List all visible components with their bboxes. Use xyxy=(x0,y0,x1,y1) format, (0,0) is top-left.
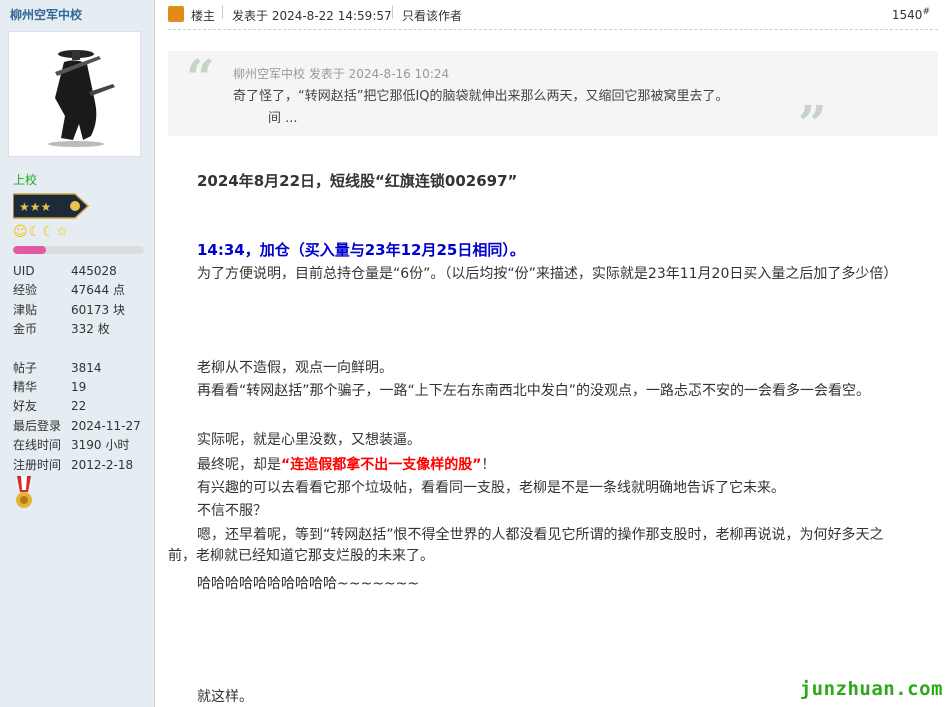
stat-row: 注册时间 2012-2-18 xyxy=(13,456,153,475)
post-timestamp: 发表于 2024-8-22 14:59:57 xyxy=(232,9,392,23)
floor-number: 1540 xyxy=(891,8,923,22)
floor-number-link[interactable]: 1540# xyxy=(892,7,930,22)
floor-suffix: # xyxy=(922,7,930,17)
paragraph: 有兴趣的可以去看看它那个垃圾帖，看看同一支股，老柳是不是一条线就明确地告诉了它未… xyxy=(197,480,785,496)
stat-value: 47644 点 xyxy=(71,283,125,298)
open-quote-icon: “ xyxy=(186,48,215,107)
stat-key: 注册时间 xyxy=(13,457,62,472)
stat-key: 帖子 xyxy=(13,360,38,375)
stat-key: UID xyxy=(13,264,35,278)
stat-row: 津贴 60173 块 xyxy=(13,301,153,320)
paragraph: 不信不服？ xyxy=(197,503,267,519)
stat-value[interactable]: 3814 xyxy=(71,359,102,378)
stat-row: 金币 332 枚 xyxy=(13,320,153,339)
credit-progress-fill xyxy=(13,246,46,254)
quote-meta: 柳州空军中校 发表于 2024-8-16 10:24 xyxy=(233,67,450,81)
stat-row: 精华 19 xyxy=(13,378,153,397)
stat-key: 精华 xyxy=(13,379,38,394)
stat-value: 2012-2-18 xyxy=(71,457,134,472)
stat-row: UID 445028 xyxy=(13,262,153,281)
text-span: ！ xyxy=(481,457,496,473)
paragraph: 就这样。 xyxy=(197,689,253,705)
quote-more-link[interactable]: 间 ... xyxy=(268,107,298,126)
stat-key: 在线时间 xyxy=(13,438,62,453)
star-icon: ☆ xyxy=(55,224,69,240)
original-poster-icon xyxy=(168,6,184,22)
author-sidebar: 柳州空军中校 上校 ★★★ ☺ ☾ ☾ ☆ UID 445028 经验 47644 … xyxy=(0,0,155,707)
stat-value: 2024-11-27 xyxy=(71,418,141,433)
post-header: 楼主 发表于 2024-8-22 14:59:57 只看该作者 1540# xyxy=(168,0,938,30)
paragraph: 哈哈哈哈哈哈哈哈哈哈~~~~~~~ xyxy=(197,576,420,592)
paragraph: 再看看“转网赵括”那个骗子，一路“上下左右东南西北中发白”的没观点，一路忐忑不安… xyxy=(197,383,871,399)
close-quote-icon: ” xyxy=(798,94,827,153)
author-username[interactable]: 柳州空军中校 xyxy=(10,6,82,23)
svg-text:★★★: ★★★ xyxy=(19,200,51,214)
stat-key: 最后登录 xyxy=(13,418,62,433)
moon-icon: ☾ xyxy=(28,224,42,240)
stat-value: 3190 小时 xyxy=(71,438,130,453)
paragraph: 实际呢，就是心里没数，又想装逼。 xyxy=(197,432,421,448)
stat-row: 好友 22 xyxy=(13,397,153,416)
quote-text: 奇了怪了，“转网赵括”把它那低IQ的脑袋就伸出来那么两天，又缩回它那被窝里去了。 xyxy=(233,89,729,104)
stat-value[interactable]: 19 xyxy=(71,378,86,397)
paragraph: 最终呢，却是“连造假都拿不出一支像样的股”！ xyxy=(197,454,495,474)
highlight-text: “连造假都拿不出一支像样的股” xyxy=(281,457,482,473)
rank-badge-icon: ★★★ xyxy=(12,192,90,220)
text-span: 最终呢，却是 xyxy=(197,457,281,473)
stat-row: 在线时间 3190 小时 xyxy=(13,436,153,455)
paragraph: 老柳从不造假，观点一向鲜明。 xyxy=(197,360,393,376)
stat-key: 金币 xyxy=(13,322,38,337)
quote-block: “ 柳州空军中校 发表于 2024-8-16 10:24 奇了怪了，“转网赵括”… xyxy=(168,48,938,149)
stat-row: 最后登录 2024-11-27 xyxy=(13,417,153,436)
stat-row: 帖子 3814 xyxy=(13,359,153,378)
stat-value: 60173 块 xyxy=(71,302,125,317)
stat-key: 好友 xyxy=(13,399,38,414)
moon-icon: ☾ xyxy=(42,224,55,240)
user-rank: 上校 xyxy=(13,173,38,187)
paragraph: 嗯，还早着呢，等到“转网赵括”恨不得全世界的人都没看见它所谓的操作那支股时，老柳… xyxy=(168,527,884,564)
paragraph: 为了方便说明，目前总持仓量是“6份”。（以后均按“份”来描述，实际就是23年11… xyxy=(197,266,898,282)
avatar[interactable] xyxy=(9,32,140,156)
stat-value[interactable]: 22 xyxy=(71,397,86,416)
stat-key: 津贴 xyxy=(13,302,38,317)
stat-value: 332 枚 xyxy=(71,322,110,337)
op-label: 楼主 xyxy=(191,9,216,23)
user-stats: UID 445028 经验 47644 点 津贴 60173 块 金币 332 枚 帖子… xyxy=(13,262,153,475)
site-watermark: junzhuan.com xyxy=(799,678,943,700)
stat-row: 经验 47644 点 xyxy=(13,281,153,300)
medal-icon[interactable] xyxy=(14,476,34,512)
stat-value[interactable]: 445028 xyxy=(71,262,117,281)
credit-progress-bar xyxy=(13,246,144,254)
divider xyxy=(392,5,393,19)
add-position-line: 14:34，加仓（买入量与23年12月25日相同）。 xyxy=(197,241,525,259)
level-icons: ☺ ☾ ☾ ☆ xyxy=(13,224,68,242)
divider xyxy=(222,5,223,19)
post-title: 2024年8月22日，短线股“红旗连锁002697” xyxy=(197,172,518,190)
stat-key: 经验 xyxy=(13,283,38,298)
only-view-author-link[interactable]: 只看该作者 xyxy=(402,7,462,24)
sun-icon: ☺ xyxy=(13,224,28,240)
